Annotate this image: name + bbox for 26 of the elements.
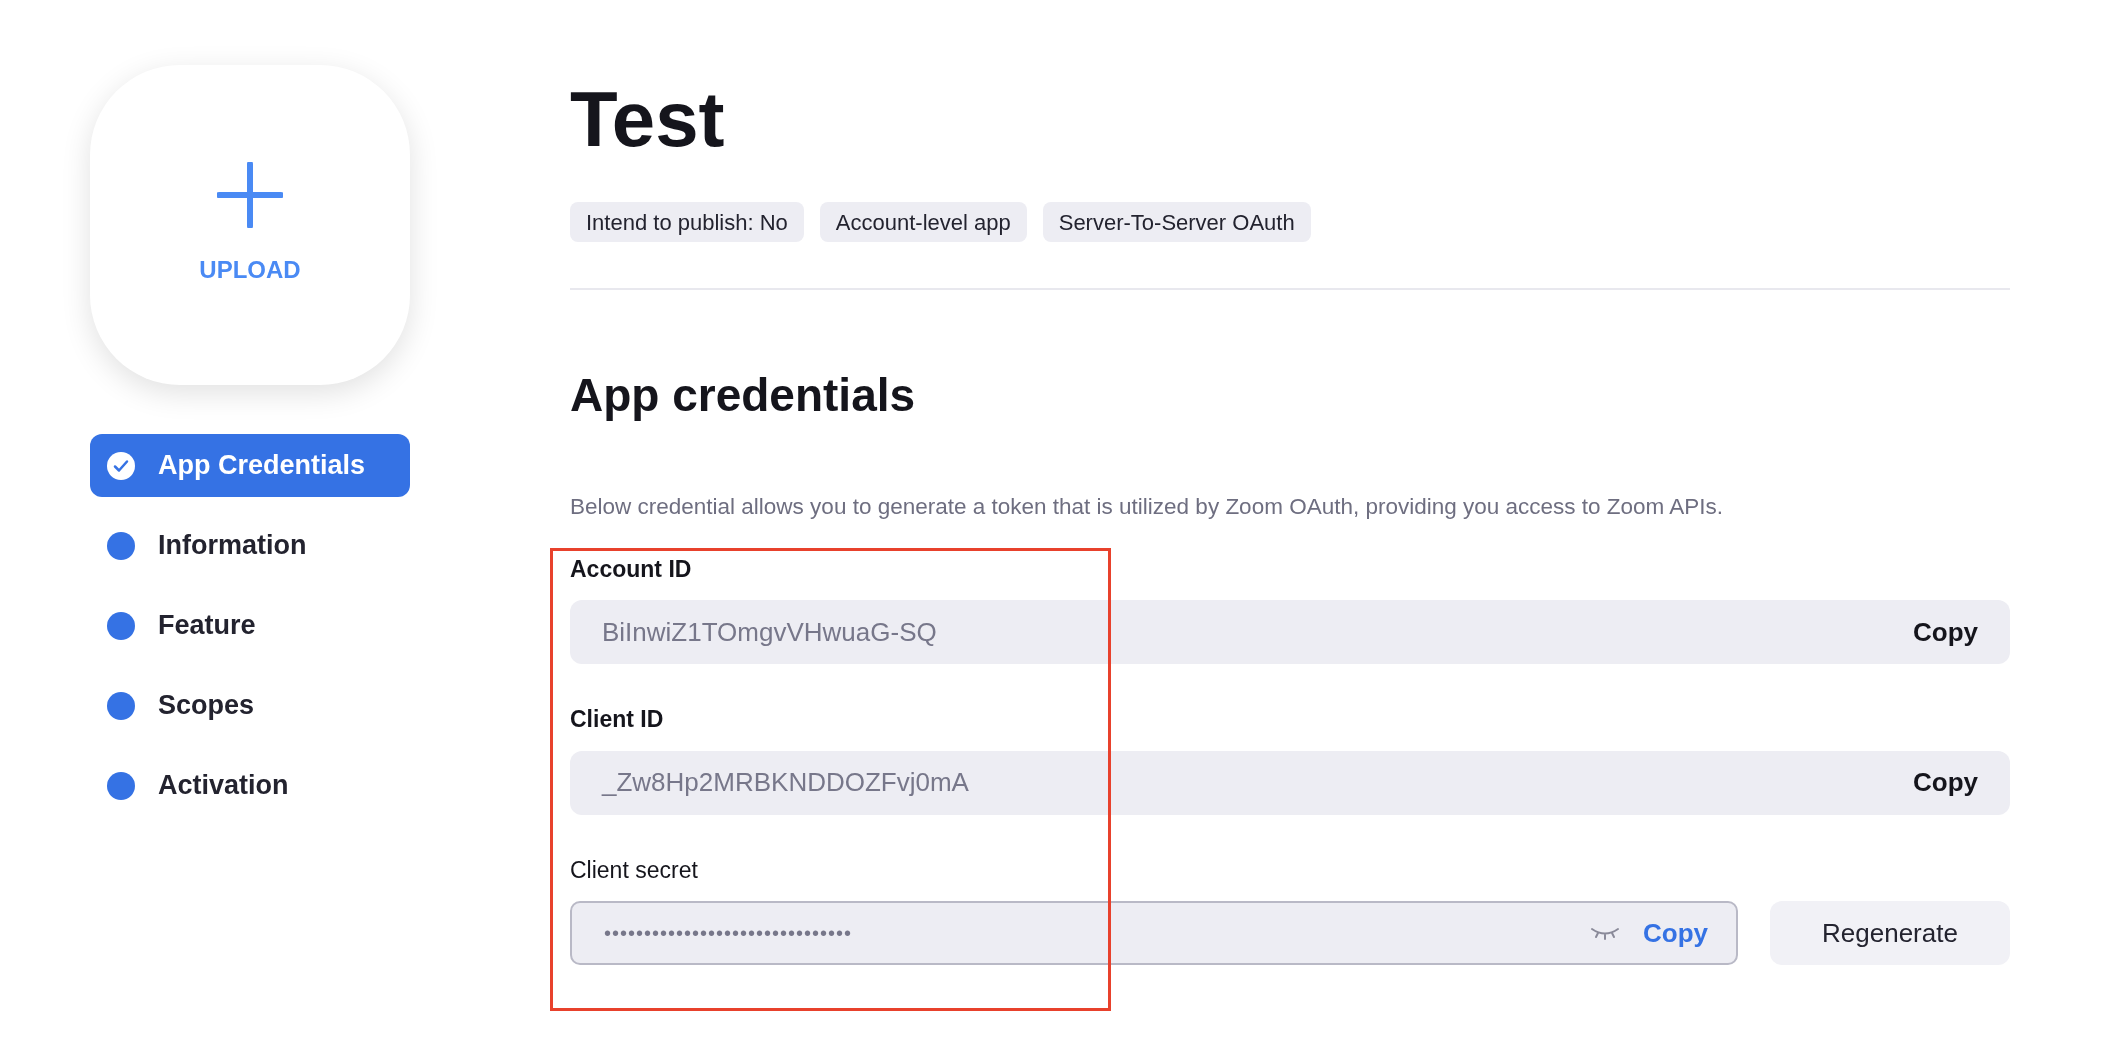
copy-button[interactable]: Copy	[1643, 913, 1708, 953]
field-value: BiInwiZ1TOmgvVHwuaG-SQ	[602, 615, 938, 649]
plus-icon	[217, 162, 283, 228]
page-title: Test	[570, 80, 726, 158]
field-value: _Zw8Hp2MRBKNDDOZFvj0mA	[602, 766, 970, 800]
nav-item[interactable]: App Credentials	[90, 434, 410, 497]
upload-label: UPLOAD	[199, 255, 301, 285]
copy-button[interactable]: Copy	[1913, 612, 1978, 652]
regenerate-button[interactable]: Regenerate	[1770, 901, 2010, 966]
field-label: Client ID	[570, 705, 664, 735]
credential-field[interactable]: ••••••••••••••••••••••••••••••• Copy	[570, 901, 1738, 966]
field-label: Client secret	[570, 855, 698, 885]
tag: Account-level app	[819, 202, 1027, 242]
tag: Server-To-Server OAuth	[1042, 202, 1311, 242]
description-text: Below credential allows you to generate a token that is utilized by Zoom OAuth, providing you access to Zoom APIs.	[570, 493, 1725, 521]
hidden-eye-icon[interactable]	[1589, 926, 1621, 941]
nav-item[interactable]: Information	[90, 514, 410, 577]
nav-item[interactable]: Scopes	[90, 674, 410, 737]
credential-field[interactable]: BiInwiZ1TOmgvVHwuaG-SQ Copy	[570, 600, 2010, 665]
tag: Intend to publish: No	[570, 202, 804, 242]
copy-button[interactable]: Copy	[1913, 763, 1978, 803]
nav-item[interactable]: Activation	[90, 754, 410, 817]
nav-item[interactable]: Feature	[90, 594, 410, 657]
credential-field[interactable]: _Zw8Hp2MRBKNDDOZFvj0mA Copy	[570, 750, 2010, 815]
field-value: •••••••••••••••••••••••••••••••	[604, 921, 854, 947]
field-label: Account ID	[570, 554, 692, 584]
